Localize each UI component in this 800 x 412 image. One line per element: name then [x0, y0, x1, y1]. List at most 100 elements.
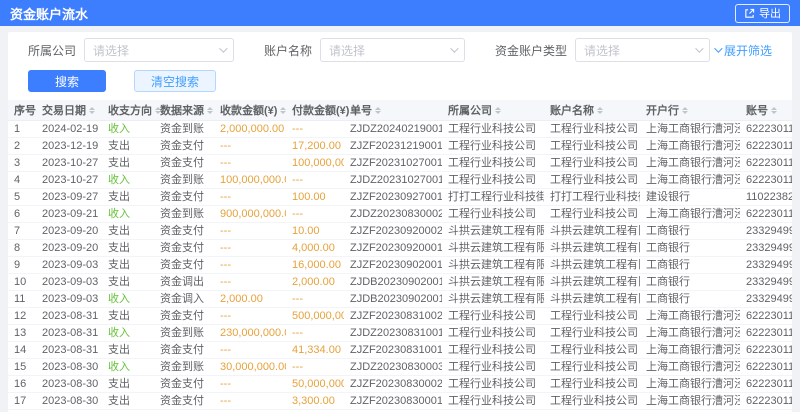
table-row: 62023-09-21收入资金到账900,000,000.00---ZJDZ20… [8, 205, 792, 222]
cell-direction: 支出 [102, 222, 154, 239]
cell-order: ZJZF20230920002 [344, 222, 442, 239]
company-select[interactable]: 请选择 [84, 38, 234, 62]
cell-date: 2023-08-31 [36, 307, 102, 324]
cell-order: ZJZF20231219001 [344, 137, 442, 154]
cell-direction: 收入 [102, 290, 154, 307]
cell-source: 资金支付 [154, 392, 214, 409]
sort-caret-icon[interactable] [375, 107, 381, 114]
cell-order: ZJZF20230927001 [344, 188, 442, 205]
cell-account: 工程行业科技公司 [544, 324, 640, 341]
account-type-select[interactable]: 请选择 [575, 38, 710, 62]
cell-income: --- [214, 222, 286, 239]
sort-caret-icon[interactable] [597, 107, 603, 114]
sort-caret-icon[interactable] [682, 107, 688, 114]
cell-income: --- [214, 188, 286, 205]
export-button[interactable]: 导出 [735, 4, 790, 23]
filter-company: 所属公司 请选择 [28, 38, 234, 62]
cell-account: 斗拱云建筑工程有限公司 [544, 290, 640, 307]
cell-account: 工程行业科技公司 [544, 120, 640, 137]
cell-number: 62223011 [740, 341, 792, 358]
expand-filters-link[interactable]: 展开筛选 [714, 42, 772, 59]
cell-income: --- [214, 154, 286, 171]
cell-order: ZJZF20230920001 [344, 239, 442, 256]
column-header-payment[interactable]: 付款金额(¥) [286, 100, 344, 120]
cell-bank: 工商银行 [640, 222, 740, 239]
column-label: 账号 [746, 105, 768, 117]
cell-payment: 17,200.00 [286, 137, 344, 154]
cell-no: 3 [8, 154, 36, 171]
cell-bank: 工商银行 [640, 256, 740, 273]
cell-bank: 上海工商银行漕河泾支行 [640, 154, 740, 171]
column-header-income[interactable]: 收款金额(¥) [214, 100, 286, 120]
expand-filters-label: 展开筛选 [724, 42, 772, 59]
cell-company: 工程行业科技公司 [442, 341, 544, 358]
cell-number: 62223011 [740, 392, 792, 409]
column-header-order[interactable]: 单号 [344, 100, 442, 120]
search-button[interactable]: 搜索 [28, 70, 106, 92]
cell-bank: 建设银行 [640, 188, 740, 205]
cell-source: 资金支付 [154, 154, 214, 171]
sort-caret-icon[interactable] [207, 107, 213, 114]
cell-no: 14 [8, 341, 36, 358]
cell-payment: 41,334.00 [286, 341, 344, 358]
cell-payment: --- [286, 120, 344, 137]
cell-no: 8 [8, 239, 36, 256]
cell-bank: 上海工商银行漕河泾支行 [640, 341, 740, 358]
clear-search-button[interactable]: 清空搜索 [134, 70, 216, 92]
sort-caret-icon[interactable] [495, 107, 501, 114]
cell-no: 7 [8, 222, 36, 239]
column-header-date[interactable]: 交易日期 [36, 100, 102, 120]
cell-company: 工程行业科技公司 [442, 324, 544, 341]
column-header-bank[interactable]: 开户行 [640, 100, 740, 120]
cell-date: 2023-12-19 [36, 137, 102, 154]
cell-account: 斗拱云建筑工程有限公司 [544, 239, 640, 256]
cell-number: 23329499 [740, 256, 792, 273]
flow-table: 序号交易日期收支方向数据来源收款金额(¥)付款金额(¥)单号所属公司账户名称开户… [8, 100, 792, 410]
cell-no: 16 [8, 375, 36, 392]
cell-income: 2,000,000.00 [214, 120, 286, 137]
sort-caret-icon[interactable] [280, 107, 286, 114]
chevron-down-icon [450, 44, 458, 52]
column-label: 数据来源 [160, 105, 204, 117]
cell-source: 资金到账 [154, 171, 214, 188]
cell-order: ZJZF20230830002 [344, 375, 442, 392]
column-label: 收款金额(¥) [220, 105, 277, 117]
cell-company: 斗拱云建筑工程有限公司 [442, 273, 544, 290]
cell-company: 斗拱云建筑工程有限公司 [442, 239, 544, 256]
column-header-company[interactable]: 所属公司 [442, 100, 544, 120]
export-icon [744, 8, 755, 19]
filter-account-name: 账户名称 请选择 [264, 38, 465, 62]
sort-caret-icon[interactable] [771, 107, 777, 114]
cell-bank: 上海工商银行漕河泾支行 [640, 137, 740, 154]
table-row: 132023-08-31收入资金到账230,000,000.00---ZJDZ2… [8, 324, 792, 341]
cell-company: 工程行业科技公司 [442, 307, 544, 324]
column-header-number[interactable]: 账号 [740, 100, 792, 120]
cell-bank: 上海工商银行漕河泾支行 [640, 120, 740, 137]
cell-date: 2023-09-20 [36, 239, 102, 256]
sort-caret-icon[interactable] [89, 107, 95, 114]
cell-payment: 100.00 [286, 188, 344, 205]
filter-account-type: 资金账户类型 请选择 [495, 38, 710, 62]
table-row: 72023-09-20支出资金支付---10.00ZJZF20230920002… [8, 222, 792, 239]
cell-company: 工程行业科技公司 [442, 358, 544, 375]
cell-source: 资金到账 [154, 358, 214, 375]
cell-direction: 支出 [102, 341, 154, 358]
cell-payment: 500,000,000.00 [286, 307, 344, 324]
account-name-select[interactable]: 请选择 [320, 38, 465, 62]
cell-income: --- [214, 307, 286, 324]
chevron-down-icon [219, 44, 227, 52]
cell-source: 资金支付 [154, 375, 214, 392]
cell-no: 1 [8, 120, 36, 137]
cell-order: ZJZF20230831001 [344, 341, 442, 358]
cell-no: 13 [8, 324, 36, 341]
cell-income: 900,000,000.00 [214, 205, 286, 222]
cell-income: --- [214, 137, 286, 154]
cell-source: 资金支付 [154, 307, 214, 324]
cell-income: --- [214, 375, 286, 392]
column-header-source[interactable]: 数据来源 [154, 100, 214, 120]
column-header-direction[interactable]: 收支方向 [102, 100, 154, 120]
cell-source: 资金调出 [154, 273, 214, 290]
cell-account: 工程行业科技公司 [544, 375, 640, 392]
cell-company: 工程行业科技公司 [442, 171, 544, 188]
column-header-account[interactable]: 账户名称 [544, 100, 640, 120]
